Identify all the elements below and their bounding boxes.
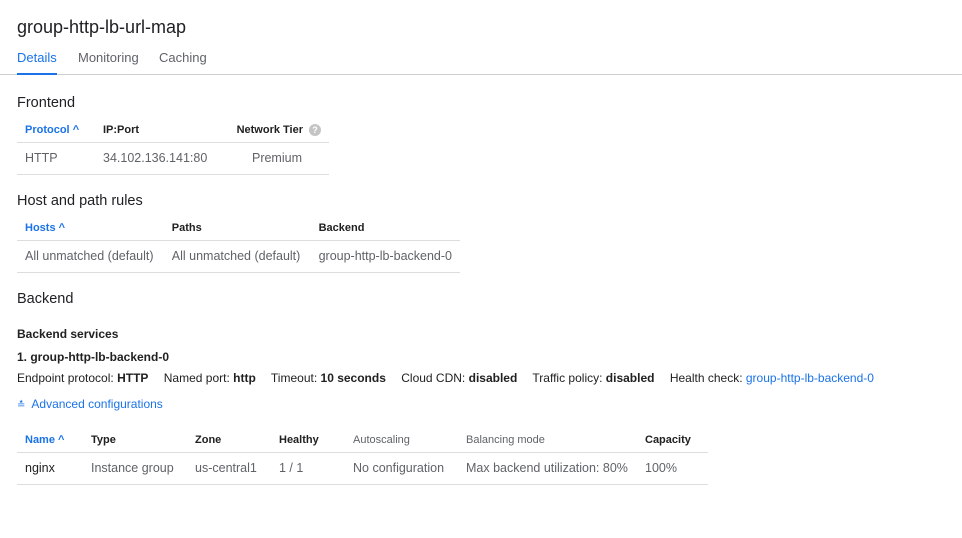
prop-label: Named port:	[163, 371, 230, 385]
prop-value: http	[233, 371, 256, 385]
col-name[interactable]: Name ^	[17, 428, 83, 453]
tab-bar: Details Monitoring Caching	[0, 46, 962, 75]
backend-heading: Backend	[17, 291, 74, 307]
cell: All unmatched (default)	[17, 240, 164, 273]
prop-value: disabled	[605, 371, 655, 385]
cell: All unmatched (default)	[163, 240, 311, 273]
host-path-heading: Host and path rules	[17, 193, 143, 209]
cell: 100%	[637, 452, 708, 485]
host-path-table: Hosts ^ Paths Backend All unmatched (def…	[17, 216, 460, 273]
cell: nginx	[17, 452, 83, 485]
sort-up-icon: ^	[58, 433, 65, 446]
backend-service-name: 1. group-http-lb-backend-0	[17, 350, 169, 364]
prop-value: disabled	[468, 371, 518, 385]
cell: us-central1	[187, 452, 271, 485]
sort-up-icon: ^	[58, 221, 66, 234]
advanced-configurations-toggle[interactable]: ≛ Advanced configurations	[17, 397, 163, 411]
col-healthy: Healthy	[271, 428, 345, 453]
backend-services-label: Backend services	[17, 327, 119, 341]
chevron-double-down-icon: ≛	[17, 400, 26, 411]
prop-value: 10 seconds	[320, 371, 386, 385]
col-network-tier: Network Tier?	[225, 118, 329, 143]
col-protocol[interactable]: Protocol ^	[17, 118, 95, 143]
frontend-table: Protocol ^ IP:Port Network Tier? HTTP 34…	[17, 118, 329, 175]
prop-label: Timeout:	[270, 371, 318, 385]
frontend-heading: Frontend	[17, 95, 76, 111]
table-row: nginx Instance group us-central1 1 / 1 N…	[17, 452, 708, 485]
col-backend: Backend	[310, 216, 460, 241]
prop-label: Endpoint protocol:	[17, 371, 114, 385]
page-title: group-http-lb-url-map	[17, 17, 187, 37]
health-check-link[interactable]: group-http-lb-backend-0	[746, 371, 874, 385]
tab-caching[interactable]: Caching	[159, 50, 207, 65]
cell: Max backend utilization: 80%	[458, 452, 637, 485]
prop-label: Traffic policy:	[532, 371, 603, 385]
col-capacity: Capacity	[637, 428, 708, 453]
prop-label: Cloud CDN:	[401, 371, 466, 385]
table-row: All unmatched (default) All unmatched (d…	[17, 240, 460, 273]
col-ip-port: IP:Port	[95, 118, 225, 143]
col-zone: Zone	[187, 428, 271, 453]
tab-details[interactable]: Details	[17, 50, 57, 75]
backend-properties: Endpoint protocol: HTTP Named port: http…	[17, 371, 874, 385]
cell: Instance group	[83, 452, 187, 485]
cell: 1 / 1	[271, 452, 345, 485]
backend-instances-table: Name ^ Type Zone Healthy Autoscaling Bal…	[17, 428, 708, 485]
col-autoscaling: Autoscaling	[345, 428, 458, 453]
cell: Premium	[225, 142, 329, 175]
table-row: HTTP 34.102.136.141:80 Premium	[17, 142, 329, 175]
sort-up-icon: ^	[72, 123, 80, 136]
advanced-label: Advanced configurations	[31, 397, 163, 411]
help-icon[interactable]: ?	[309, 123, 321, 136]
cell: group-http-lb-backend-0	[310, 240, 460, 273]
col-type: Type	[83, 428, 187, 453]
cell: HTTP	[17, 142, 95, 175]
prop-label: Health check:	[669, 371, 743, 385]
cell: No configuration	[345, 452, 458, 485]
col-paths: Paths	[163, 216, 311, 241]
prop-value: HTTP	[117, 371, 149, 385]
tab-monitoring[interactable]: Monitoring	[78, 50, 139, 65]
col-hosts[interactable]: Hosts ^	[17, 216, 164, 241]
col-balancing-mode: Balancing mode	[458, 428, 637, 453]
cell: 34.102.136.141:80	[95, 142, 225, 175]
